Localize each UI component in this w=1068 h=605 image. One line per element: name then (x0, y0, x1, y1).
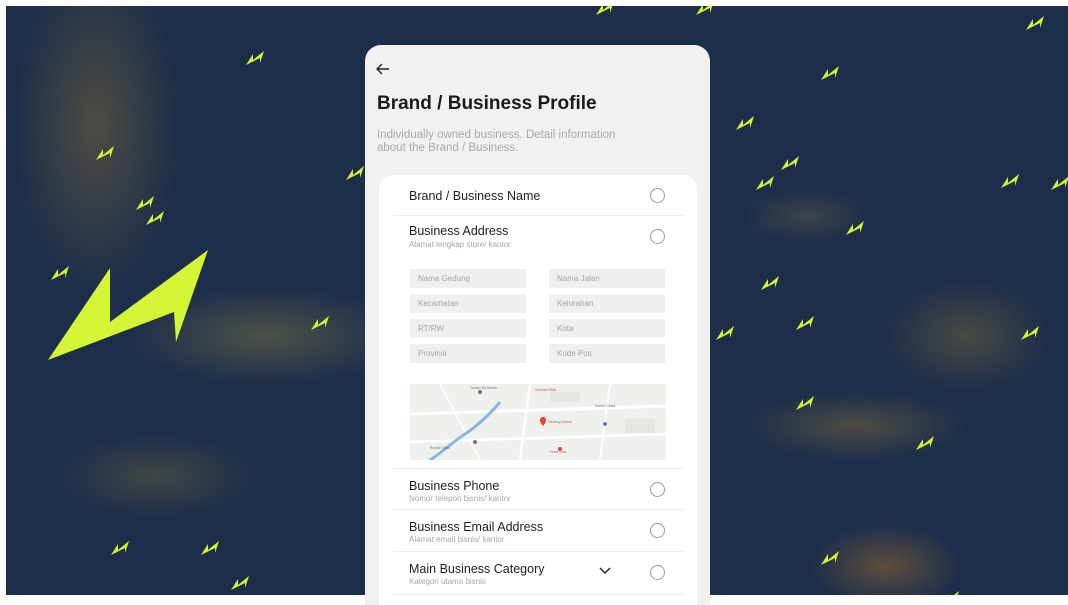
building-name-input[interactable] (410, 269, 526, 288)
small-bolt-icon (111, 541, 129, 555)
postal-code-input[interactable] (549, 344, 665, 363)
small-bolt-icon (201, 541, 219, 555)
city-input[interactable] (549, 319, 665, 338)
map-label: Kantor Dinas (595, 404, 616, 408)
district-input[interactable] (410, 294, 526, 313)
row-title: Main Business Category (409, 562, 545, 576)
small-bolt-icon (736, 116, 754, 130)
row-subtitle: Kategori utama bisnis (409, 577, 486, 586)
business-address-radio[interactable] (650, 229, 665, 244)
row-business-email[interactable]: Business Email Address Alamat email bisn… (393, 510, 683, 552)
row-brand-name[interactable]: Brand / Business Name (393, 175, 683, 216)
province-input[interactable] (410, 344, 526, 363)
brand-name-radio[interactable] (650, 188, 665, 203)
small-bolt-icon (96, 146, 114, 160)
back-button[interactable] (375, 61, 395, 81)
small-bolt-icon (821, 551, 839, 565)
map-label: Gedung Utama (548, 420, 572, 424)
page-title: Brand / Business Profile (377, 93, 597, 114)
row-main-category[interactable]: Main Business Category Kategori utama bi… (393, 552, 683, 595)
small-bolt-icon (136, 196, 154, 210)
map-label: Rumah Sakit (430, 446, 451, 450)
small-bolt-icon (246, 51, 264, 65)
small-bolt-icon (231, 576, 249, 590)
small-bolt-icon (311, 316, 329, 330)
business-email-radio[interactable] (650, 523, 665, 538)
rt-rw-input[interactable] (410, 319, 526, 338)
small-bolt-icon (916, 436, 934, 450)
small-bolt-icon (596, 6, 614, 15)
map-label: Hotel Kota (550, 450, 567, 454)
small-bolt-icon (941, 591, 959, 595)
row-subtitle: Alamat email bisnis/ kantor (409, 535, 505, 544)
small-bolt-icon (796, 316, 814, 330)
row-title: Business Phone (409, 479, 500, 493)
row-title: Business Email Address (409, 520, 544, 534)
small-bolt-icon (781, 156, 799, 170)
small-bolt-icon (696, 6, 714, 15)
row-business-phone[interactable]: Business Phone Nomor telepon bisnis/ kan… (393, 469, 683, 510)
location-map[interactable]: Taman Sri Tamah Sekolah SMA Kantor Dinas… (410, 384, 666, 460)
page-description: Individually owned business. Detail info… (377, 129, 616, 154)
row-subtitle: Alamat lengkap store/ kantor (409, 240, 511, 249)
small-bolt-icon (1026, 16, 1044, 30)
large-bolt-icon (48, 250, 208, 360)
row-title: Brand / Business Name (409, 189, 541, 203)
small-bolt-icon (146, 211, 164, 225)
main-category-radio[interactable] (650, 565, 665, 580)
small-bolt-icon (846, 221, 864, 235)
row-subtitle: Nomor telepon bisnis/ kantor (409, 494, 511, 503)
business-phone-radio[interactable] (650, 482, 665, 497)
form-panel: Brand / Business Name Business Address A… (379, 175, 697, 605)
small-bolt-icon (1051, 176, 1068, 190)
street-name-input[interactable] (549, 269, 665, 288)
map-label: Sekolah SMA (535, 388, 557, 392)
row-business-address[interactable]: Business Address Alamat lengkap store/ k… (393, 216, 683, 469)
profile-card: Brand / Business Profile Individually ow… (365, 45, 710, 605)
small-bolt-icon (821, 66, 839, 80)
row-title: Business Address (409, 224, 509, 238)
arrow-left-icon (376, 63, 389, 75)
small-bolt-icon (1021, 326, 1039, 340)
small-bolt-icon (1001, 174, 1019, 188)
small-bolt-icon (761, 276, 779, 290)
small-bolt-icon (756, 176, 774, 190)
map-label: Taman Sri Tamah (470, 386, 498, 390)
small-bolt-icon (716, 326, 734, 340)
small-bolt-icon (796, 396, 814, 410)
chevron-down-icon[interactable] (598, 566, 612, 576)
small-bolt-icon (346, 166, 364, 180)
subdistrict-input[interactable] (549, 294, 665, 313)
